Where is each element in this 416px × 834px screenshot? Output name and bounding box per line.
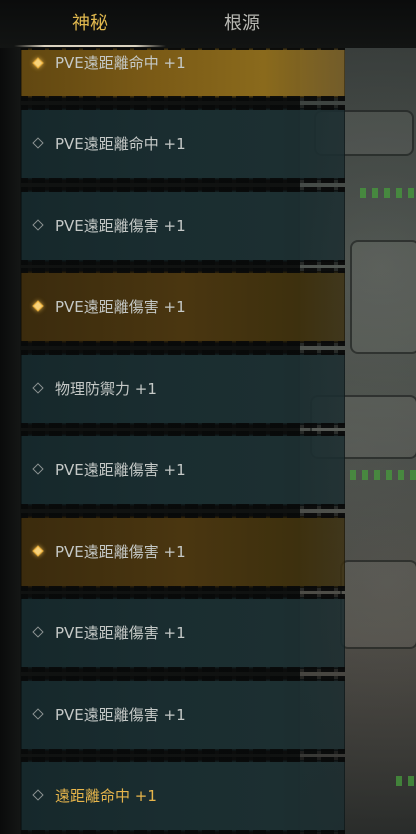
item-label: PVE遠距離傷害 +1: [55, 217, 186, 235]
tab-mystic[interactable]: 神秘: [14, 0, 166, 48]
item-label: PVE遠距離傷害 +1: [55, 543, 186, 561]
list-item[interactable]: PVE遠距離傷害 +1: [21, 268, 345, 346]
active-tab-underline: [14, 45, 166, 47]
list-item[interactable]: PVE遠距離傷害 +1: [21, 676, 345, 754]
item-label: 遠距離命中 +1: [55, 787, 157, 805]
list-item[interactable]: PVE遠距離命中 +1: [21, 48, 345, 101]
item-label: PVE遠距離傷害 +1: [55, 298, 186, 316]
game-panel: 神秘 根源 PVE遠距離命中 +1 PVE遠距離命中 +1 PVE遠距離傷害 +…: [0, 0, 416, 834]
diamond-outline-icon: [32, 463, 44, 475]
item-label: PVE遠距離傷害 +1: [55, 461, 186, 479]
diamond-outline-icon: [32, 626, 44, 638]
diamond-outline-icon: [32, 219, 44, 231]
list-item[interactable]: 遠距離命中 +1: [21, 757, 345, 834]
list-item[interactable]: PVE遠距離傷害 +1: [21, 594, 345, 672]
diamond-gold-icon: [32, 300, 44, 312]
tab-bar: 神秘 根源: [0, 0, 416, 48]
list-item[interactable]: PVE遠距離命中 +1: [21, 105, 345, 183]
diamond-outline-icon: [32, 137, 44, 149]
diamond-gold-icon: [32, 57, 44, 69]
tab-origin[interactable]: 根源: [166, 0, 318, 48]
attribute-list[interactable]: PVE遠距離命中 +1 PVE遠距離命中 +1 PVE遠距離傷害 +1 PVE遠…: [0, 48, 416, 834]
item-label: PVE遠距離傷害 +1: [55, 706, 186, 724]
diamond-gold-icon: [32, 545, 44, 557]
list-item[interactable]: PVE遠距離傷害 +1: [21, 431, 345, 509]
diamond-outline-icon: [32, 708, 44, 720]
diamond-outline-icon: [32, 382, 44, 394]
list-item[interactable]: PVE遠距離傷害 +1: [21, 187, 345, 265]
list-item[interactable]: 物理防禦力 +1: [21, 350, 345, 428]
diamond-outline-icon: [32, 789, 44, 801]
list-item[interactable]: PVE遠距離傷害 +1: [21, 513, 345, 591]
item-label: 物理防禦力 +1: [55, 380, 157, 398]
item-label: PVE遠距離命中 +1: [55, 135, 186, 153]
item-label: PVE遠距離傷害 +1: [55, 624, 186, 642]
item-label: PVE遠距離命中 +1: [55, 54, 186, 72]
